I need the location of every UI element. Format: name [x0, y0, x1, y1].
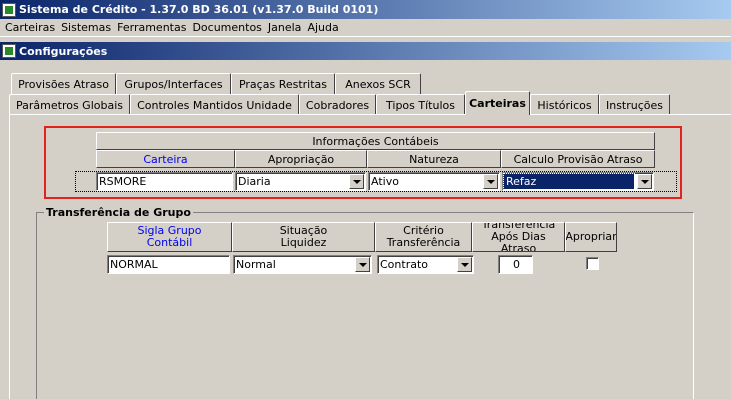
chevron-down-icon[interactable]: [349, 174, 364, 189]
header-carteira[interactable]: Carteira: [96, 150, 235, 168]
tab-cobradores[interactable]: Cobradores: [299, 94, 376, 115]
header-criterio-transferencia[interactable]: Critério Transferência: [375, 222, 472, 252]
header-calculo-provisao[interactable]: Calculo Provisão Atraso: [501, 150, 655, 168]
sigla-grupo-field[interactable]: NORMAL: [107, 255, 230, 274]
situacao-liquidez-value: Normal: [236, 258, 276, 271]
apropriacao-value: Diaria: [238, 175, 271, 188]
chevron-down-icon[interactable]: [483, 174, 498, 189]
calculo-provisao-value: Refaz: [503, 173, 635, 190]
tab-provisoes-atraso[interactable]: Provisões Atraso: [11, 73, 116, 94]
tab-controles-mantidos-unidade[interactable]: Controles Mantidos Unidade: [130, 94, 299, 115]
dias-atraso-field[interactable]: 0: [498, 255, 533, 274]
menu-ferramentas[interactable]: Ferramentas: [114, 21, 189, 34]
criterio-transferencia-value: Contrato: [380, 258, 429, 271]
menu-janela[interactable]: Janela: [265, 21, 305, 34]
menu-bar: Carteiras Sistemas Ferramentas Documento…: [0, 19, 731, 37]
header-apropriar[interactable]: Apropriar: [565, 222, 617, 252]
chevron-down-icon[interactable]: [457, 257, 472, 272]
criterio-transferencia-select[interactable]: Contrato: [377, 255, 474, 274]
config-window-icon: [2, 44, 16, 58]
info-contabeis-header: Informações Contábeis: [96, 132, 655, 150]
situacao-liquidez-select[interactable]: Normal: [233, 255, 372, 274]
header-natureza[interactable]: Natureza: [367, 150, 501, 168]
tab-tipos-titulos[interactable]: Tipos Títulos: [376, 94, 465, 115]
header-sigla-grupo[interactable]: Sigla Grupo Contábil: [107, 222, 232, 252]
window-title: Sistema de Crédito - 1.37.0 BD 36.01 (v1…: [19, 3, 379, 16]
tab-instrucoes[interactable]: Instruções: [599, 94, 670, 115]
sigla-grupo-value: NORMAL: [110, 258, 158, 271]
menu-documentos[interactable]: Documentos: [189, 21, 264, 34]
tab-carteiras[interactable]: Carteiras: [465, 91, 530, 115]
header-situacao-liquidez[interactable]: Situação Liquidez: [232, 222, 375, 252]
apropriacao-select[interactable]: Diaria: [235, 172, 366, 191]
child-window-title-bar: Configurações: [0, 42, 731, 60]
menu-sistemas[interactable]: Sistemas: [58, 21, 114, 34]
tab-anexos-scr[interactable]: Anexos SCR: [335, 73, 421, 94]
tab-grupos-interfaces[interactable]: Grupos/Interfaces: [116, 73, 231, 94]
menu-carteiras[interactable]: Carteiras: [2, 21, 58, 34]
header-transferencia-dias[interactable]: Transferência Após Dias Atraso: [472, 222, 565, 252]
header-apropriacao[interactable]: Apropriação: [235, 150, 367, 168]
carteira-value: RSMORE: [99, 175, 147, 188]
apropriar-checkbox[interactable]: [586, 257, 599, 270]
app-title-bar: Sistema de Crédito - 1.37.0 BD 36.01 (v1…: [0, 0, 731, 19]
chevron-down-icon[interactable]: [637, 174, 652, 189]
carteira-field[interactable]: RSMORE: [96, 172, 233, 191]
transfer-group-label: Transferência de Grupo: [44, 206, 193, 219]
natureza-value: Ativo: [371, 175, 399, 188]
child-window-title: Configurações: [19, 44, 108, 58]
tab-pracas-restritas[interactable]: Praças Restritas: [231, 73, 335, 94]
calculo-provisao-select[interactable]: Refaz: [502, 172, 654, 191]
natureza-select[interactable]: Ativo: [368, 172, 500, 191]
dias-atraso-value: 0: [513, 258, 520, 271]
app-icon: [2, 2, 16, 17]
menu-ajuda[interactable]: Ajuda: [304, 21, 341, 34]
tab-historicos[interactable]: Históricos: [530, 94, 599, 115]
tab-parametros-globais[interactable]: Parâmetros Globais: [9, 94, 130, 115]
chevron-down-icon[interactable]: [355, 257, 370, 272]
